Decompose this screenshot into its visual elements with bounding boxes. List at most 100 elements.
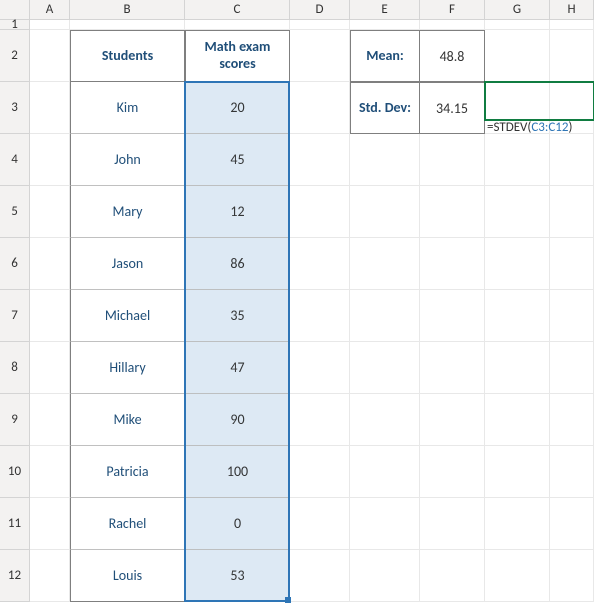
cell-D3[interactable] [290, 82, 350, 134]
cell-D11[interactable] [290, 498, 350, 550]
cell-D4[interactable] [290, 134, 350, 186]
student-name-cell[interactable]: Michael [70, 290, 185, 342]
cell-D6[interactable] [290, 238, 350, 290]
row-header-1[interactable]: 1 [0, 20, 30, 30]
col-header-D[interactable]: D [290, 0, 350, 20]
cell-D8[interactable] [290, 342, 350, 394]
mean-value[interactable]: 48.8 [420, 30, 485, 82]
cell-E4[interactable] [350, 134, 420, 186]
student-name-cell[interactable]: Patricia [70, 446, 185, 498]
cell-G12[interactable] [485, 550, 550, 602]
col-header-H[interactable]: H [550, 0, 594, 20]
row-header-5[interactable]: 5 [0, 186, 30, 238]
student-score-cell[interactable]: 45 [185, 134, 290, 186]
cell-G7[interactable] [485, 290, 550, 342]
cell-H5[interactable] [550, 186, 594, 238]
cell-F9[interactable] [420, 394, 485, 446]
student-name-cell[interactable]: Kim [70, 82, 185, 134]
cell-A9[interactable] [30, 394, 70, 446]
cell-E11[interactable] [350, 498, 420, 550]
cell-G10[interactable] [485, 446, 550, 498]
cell-A2[interactable] [30, 30, 70, 82]
cell-H12[interactable] [550, 550, 594, 602]
student-score-cell[interactable]: 35 [185, 290, 290, 342]
row-header-7[interactable]: 7 [0, 290, 30, 342]
cell-F11[interactable] [420, 498, 485, 550]
cell-H1[interactable] [550, 20, 594, 30]
cell-F12[interactable] [420, 550, 485, 602]
cell-E10[interactable] [350, 446, 420, 498]
row-header-8[interactable]: 8 [0, 342, 30, 394]
cell-D2[interactable] [290, 30, 350, 82]
cell-H6[interactable] [550, 238, 594, 290]
cell-D5[interactable] [290, 186, 350, 238]
cell-F10[interactable] [420, 446, 485, 498]
row-header-2[interactable]: 2 [0, 30, 30, 82]
cell-A7[interactable] [30, 290, 70, 342]
row-header-9[interactable]: 9 [0, 394, 30, 446]
row-header-10[interactable]: 10 [0, 446, 30, 498]
student-score-cell[interactable]: 47 [185, 342, 290, 394]
cell-F6[interactable] [420, 238, 485, 290]
col-header-A[interactable]: A [30, 0, 70, 20]
student-score-cell[interactable]: 12 [185, 186, 290, 238]
table-header-students[interactable]: Students [70, 30, 185, 82]
cell-H7[interactable] [550, 290, 594, 342]
row-header-6[interactable]: 6 [0, 238, 30, 290]
cell-E9[interactable] [350, 394, 420, 446]
student-name-cell[interactable]: Rachel [70, 498, 185, 550]
student-name-cell[interactable]: Hillary [70, 342, 185, 394]
cell-A3[interactable] [30, 82, 70, 134]
cell-F5[interactable] [420, 186, 485, 238]
cell-F4[interactable] [420, 134, 485, 186]
row-header-4[interactable]: 4 [0, 134, 30, 186]
cell-E12[interactable] [350, 550, 420, 602]
std-value[interactable]: 34.15 [420, 82, 485, 134]
cell-A4[interactable] [30, 134, 70, 186]
cell-A5[interactable] [30, 186, 70, 238]
cell-F7[interactable] [420, 290, 485, 342]
row-header-3[interactable]: 3 [0, 82, 30, 134]
table-header-scores[interactable]: Math exam scores [185, 30, 290, 82]
cell-A12[interactable] [30, 550, 70, 602]
cell-E7[interactable] [350, 290, 420, 342]
cell-G2[interactable] [485, 30, 550, 82]
student-score-cell[interactable]: 53 [185, 550, 290, 602]
cell-F1[interactable] [420, 20, 485, 30]
cell-G9[interactable] [485, 394, 550, 446]
cell-C1[interactable] [185, 20, 290, 30]
cell-G6[interactable] [485, 238, 550, 290]
cell-A10[interactable] [30, 446, 70, 498]
student-score-cell[interactable]: 86 [185, 238, 290, 290]
row-header-12[interactable]: 12 [0, 550, 30, 602]
cell-H2[interactable] [550, 30, 594, 82]
std-label[interactable]: Std. Dev: [350, 82, 420, 134]
cell-D7[interactable] [290, 290, 350, 342]
cell-A6[interactable] [30, 238, 70, 290]
col-header-E[interactable]: E [350, 0, 420, 20]
cell-D12[interactable] [290, 550, 350, 602]
cell-D1[interactable] [290, 20, 350, 30]
col-header-G[interactable]: G [485, 0, 550, 20]
cell-G1[interactable] [485, 20, 550, 30]
cell-H11[interactable] [550, 498, 594, 550]
cell-D9[interactable] [290, 394, 350, 446]
student-score-cell[interactable]: 20 [185, 82, 290, 134]
cell-H8[interactable] [550, 342, 594, 394]
student-name-cell[interactable]: Mike [70, 394, 185, 446]
cell-E5[interactable] [350, 186, 420, 238]
cell-G4[interactable] [485, 134, 550, 186]
student-score-cell[interactable]: 0 [185, 498, 290, 550]
student-name-cell[interactable]: Louis [70, 550, 185, 602]
cell-B1[interactable] [70, 20, 185, 30]
col-header-F[interactable]: F [420, 0, 485, 20]
mean-label[interactable]: Mean: [350, 30, 420, 82]
cell-E8[interactable] [350, 342, 420, 394]
cell-A8[interactable] [30, 342, 70, 394]
cell-H10[interactable] [550, 446, 594, 498]
row-header-11[interactable]: 11 [0, 498, 30, 550]
spreadsheet-grid[interactable]: ABCDEFGH123456789101112StudentsMath exam… [0, 0, 594, 579]
cell-G8[interactable] [485, 342, 550, 394]
student-name-cell[interactable]: Jason [70, 238, 185, 290]
student-name-cell[interactable]: Mary [70, 186, 185, 238]
